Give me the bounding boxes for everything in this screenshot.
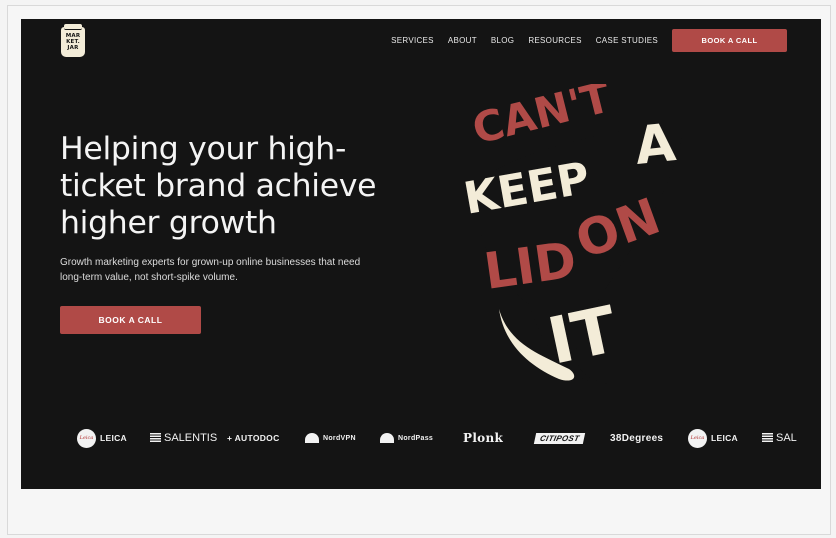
- salentis-icon: [150, 433, 161, 443]
- logo-leica-repeat: LEICA: [688, 428, 738, 448]
- logo-line-3: JAR: [67, 45, 79, 51]
- nordpass-icon: [380, 433, 394, 443]
- nav-services[interactable]: SERVICES: [391, 36, 434, 45]
- hero-subtitle: Growth marketing experts for grown-up on…: [60, 257, 361, 283]
- logo-nordvpn: NordVPN: [305, 430, 356, 446]
- nav-resources[interactable]: RESOURCES: [528, 36, 581, 45]
- nav-case-studies[interactable]: CASE STUDIES: [596, 36, 658, 45]
- hero-section: MAR KET. JAR SERVICES ABOUT BLOG RESOURC…: [21, 19, 821, 489]
- hero-book-call-button[interactable]: BOOK A CALL: [60, 306, 201, 334]
- logo-38degrees: 38Degrees: [610, 432, 664, 444]
- salentis-icon: [762, 433, 773, 443]
- art-word-a: A: [632, 113, 678, 177]
- logo-leica: LEICA: [77, 428, 127, 448]
- logo-citipost: CITIPOST: [533, 430, 586, 446]
- nordvpn-icon: [305, 433, 319, 443]
- leica-icon: [688, 428, 707, 448]
- leica-icon: [77, 428, 96, 448]
- nav-blog[interactable]: BLOG: [491, 36, 514, 45]
- logo-nordpass: NordPass: [380, 430, 433, 446]
- nav-about[interactable]: ABOUT: [448, 36, 477, 45]
- hero-title: Helping your high-ticket brand achieve h…: [60, 131, 377, 241]
- cant-keep-a-lid-on-it-artwork: CAN'T KEEP A LID ON IT: [460, 84, 684, 384]
- marketjar-logo-icon[interactable]: MAR KET. JAR: [61, 24, 85, 57]
- logo-plonk: Plonk: [463, 431, 504, 445]
- header-book-call-button[interactable]: BOOK A CALL: [672, 29, 787, 52]
- logo-salentis: SALENTIS: [150, 430, 217, 446]
- logo-salentis-repeat: SAL: [762, 430, 797, 446]
- main-nav: SERVICES ABOUT BLOG RESOURCES CASE STUDI…: [391, 29, 787, 52]
- logo-autodoc: + AUTODOC: [227, 433, 280, 443]
- client-logos-strip: LEICA SALENTIS + AUTODOC NordVPN NordPas…: [77, 428, 821, 448]
